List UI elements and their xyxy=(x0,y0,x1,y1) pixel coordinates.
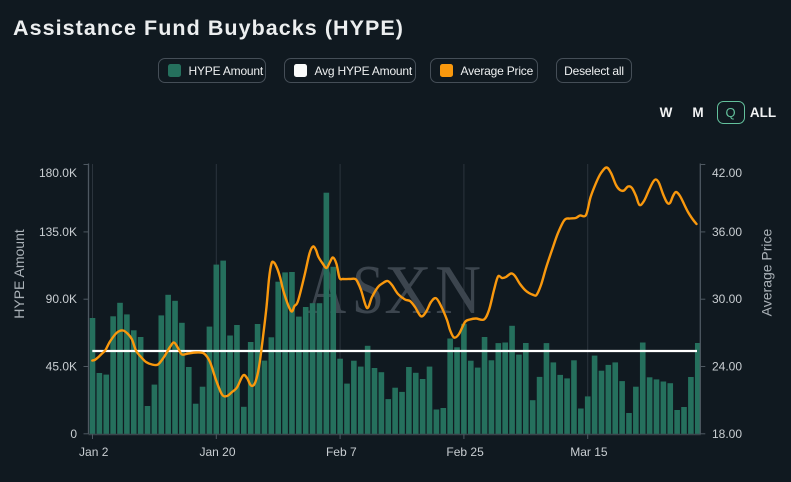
svg-text:HYPE Amount: HYPE Amount xyxy=(11,229,27,319)
svg-text:Feb 25: Feb 25 xyxy=(446,445,484,459)
svg-text:90.0K: 90.0K xyxy=(46,292,77,306)
svg-text:36.00: 36.00 xyxy=(712,225,742,239)
svg-text:18.00: 18.00 xyxy=(712,427,742,441)
svg-text:42.00: 42.00 xyxy=(712,166,742,180)
svg-text:Feb 7: Feb 7 xyxy=(326,445,357,459)
svg-text:X: X xyxy=(384,250,432,328)
svg-text:180.0K: 180.0K xyxy=(39,166,77,180)
svg-text:30.00: 30.00 xyxy=(712,292,742,306)
svg-text:N: N xyxy=(435,251,481,328)
svg-text:S: S xyxy=(352,251,384,329)
svg-text:135.0K: 135.0K xyxy=(39,225,77,239)
svg-text:24.00: 24.00 xyxy=(712,360,742,374)
svg-text:Jan 20: Jan 20 xyxy=(199,445,235,459)
svg-text:Jan 2: Jan 2 xyxy=(79,445,109,459)
svg-text:45.0K: 45.0K xyxy=(46,360,77,374)
svg-text:Average Price: Average Price xyxy=(759,228,775,316)
svg-text:Mar 15: Mar 15 xyxy=(570,445,608,459)
svg-text:0: 0 xyxy=(70,427,77,441)
